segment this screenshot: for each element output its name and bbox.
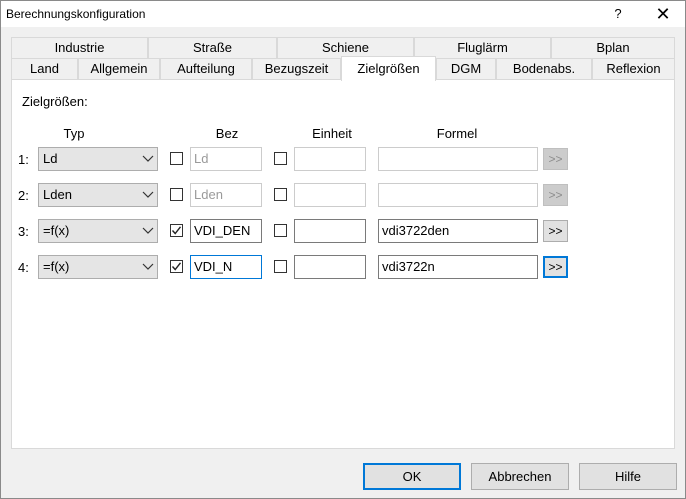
formel-field[interactable]: vdi3722den: [378, 219, 538, 243]
tab-aufteilung[interactable]: Aufteilung: [160, 58, 252, 79]
close-icon[interactable]: ✕: [641, 1, 685, 27]
tab-strasse[interactable]: Straße: [148, 37, 277, 58]
checkmark-icon: [171, 262, 182, 271]
ok-button[interactable]: OK: [363, 463, 461, 490]
einheit-field[interactable]: [294, 255, 366, 279]
formel-field[interactable]: [378, 183, 538, 207]
typ-value: =f(x): [43, 223, 70, 238]
bez-field[interactable]: Ld: [190, 147, 262, 171]
header-typ: Typ: [63, 126, 85, 141]
typ-dropdown[interactable]: =f(x): [38, 255, 158, 279]
tab-industrie[interactable]: Industrie: [11, 37, 148, 58]
bez-field[interactable]: Lden: [190, 183, 262, 207]
bez-checkbox[interactable]: [170, 224, 183, 237]
row-index: 4:: [18, 260, 29, 275]
bez-checkbox[interactable]: [170, 260, 183, 273]
tab-land[interactable]: Land: [11, 58, 78, 79]
typ-dropdown[interactable]: =f(x): [38, 219, 158, 243]
window-title: Berechnungskonfiguration: [6, 7, 146, 21]
cancel-button[interactable]: Abbrechen: [471, 463, 569, 490]
row-index: 2:: [18, 188, 29, 203]
panel-caption: Zielgrößen:: [22, 94, 88, 109]
tab-fluglaerm[interactable]: Fluglärm: [414, 37, 551, 58]
header-bez: Bez: [215, 126, 239, 141]
help-button[interactable]: Hilfe: [579, 463, 677, 490]
typ-value: Lden: [43, 187, 72, 202]
formel-edit-button[interactable]: >>: [543, 184, 568, 206]
einheit-checkbox[interactable]: [274, 188, 287, 201]
chevron-down-icon: [142, 191, 154, 198]
bez-checkbox[interactable]: [170, 188, 183, 201]
chevron-down-icon: [142, 227, 154, 234]
title-bar: Berechnungskonfiguration ? ✕: [1, 1, 685, 27]
tab-bplan[interactable]: Bplan: [551, 37, 675, 58]
typ-dropdown[interactable]: Lden: [38, 183, 158, 207]
typ-value: Ld: [43, 151, 58, 166]
row-index: 1:: [18, 152, 29, 167]
dialog-window: Berechnungskonfiguration ? ✕ Industrie S…: [0, 0, 686, 499]
formel-field[interactable]: vdi3722n: [378, 255, 538, 279]
formel-field[interactable]: [378, 147, 538, 171]
chevron-down-icon: [142, 263, 154, 270]
bez-checkbox[interactable]: [170, 152, 183, 165]
einheit-checkbox[interactable]: [274, 224, 287, 237]
checkmark-icon: [171, 226, 182, 235]
typ-value: =f(x): [43, 259, 70, 274]
tab-reflexion[interactable]: Reflexion: [592, 58, 675, 79]
einheit-field[interactable]: [294, 219, 366, 243]
formel-edit-button[interactable]: >>: [543, 220, 568, 242]
tab-bodenabs[interactable]: Bodenabs.: [496, 58, 592, 79]
bez-field[interactable]: VDI_N: [190, 255, 262, 279]
einheit-field[interactable]: [294, 183, 366, 207]
typ-dropdown[interactable]: Ld: [38, 147, 158, 171]
bez-field[interactable]: VDI_DEN: [190, 219, 262, 243]
formel-edit-button[interactable]: >>: [543, 256, 568, 278]
header-einheit: Einheit: [312, 126, 352, 141]
header-formel: Formel: [436, 126, 478, 141]
einheit-field[interactable]: [294, 147, 366, 171]
tab-zielgroessen[interactable]: Zielgrößen: [341, 56, 436, 81]
tab-allgemein[interactable]: Allgemein: [78, 58, 160, 79]
einheit-checkbox[interactable]: [274, 152, 287, 165]
chevron-down-icon: [142, 155, 154, 162]
tab-schiene[interactable]: Schiene: [277, 37, 414, 58]
tab-bezugszeit[interactable]: Bezugszeit: [252, 58, 341, 79]
tab-dgm[interactable]: DGM: [436, 58, 496, 79]
row-index: 3:: [18, 224, 29, 239]
einheit-checkbox[interactable]: [274, 260, 287, 273]
formel-edit-button[interactable]: >>: [543, 148, 568, 170]
help-icon[interactable]: ?: [606, 4, 630, 24]
